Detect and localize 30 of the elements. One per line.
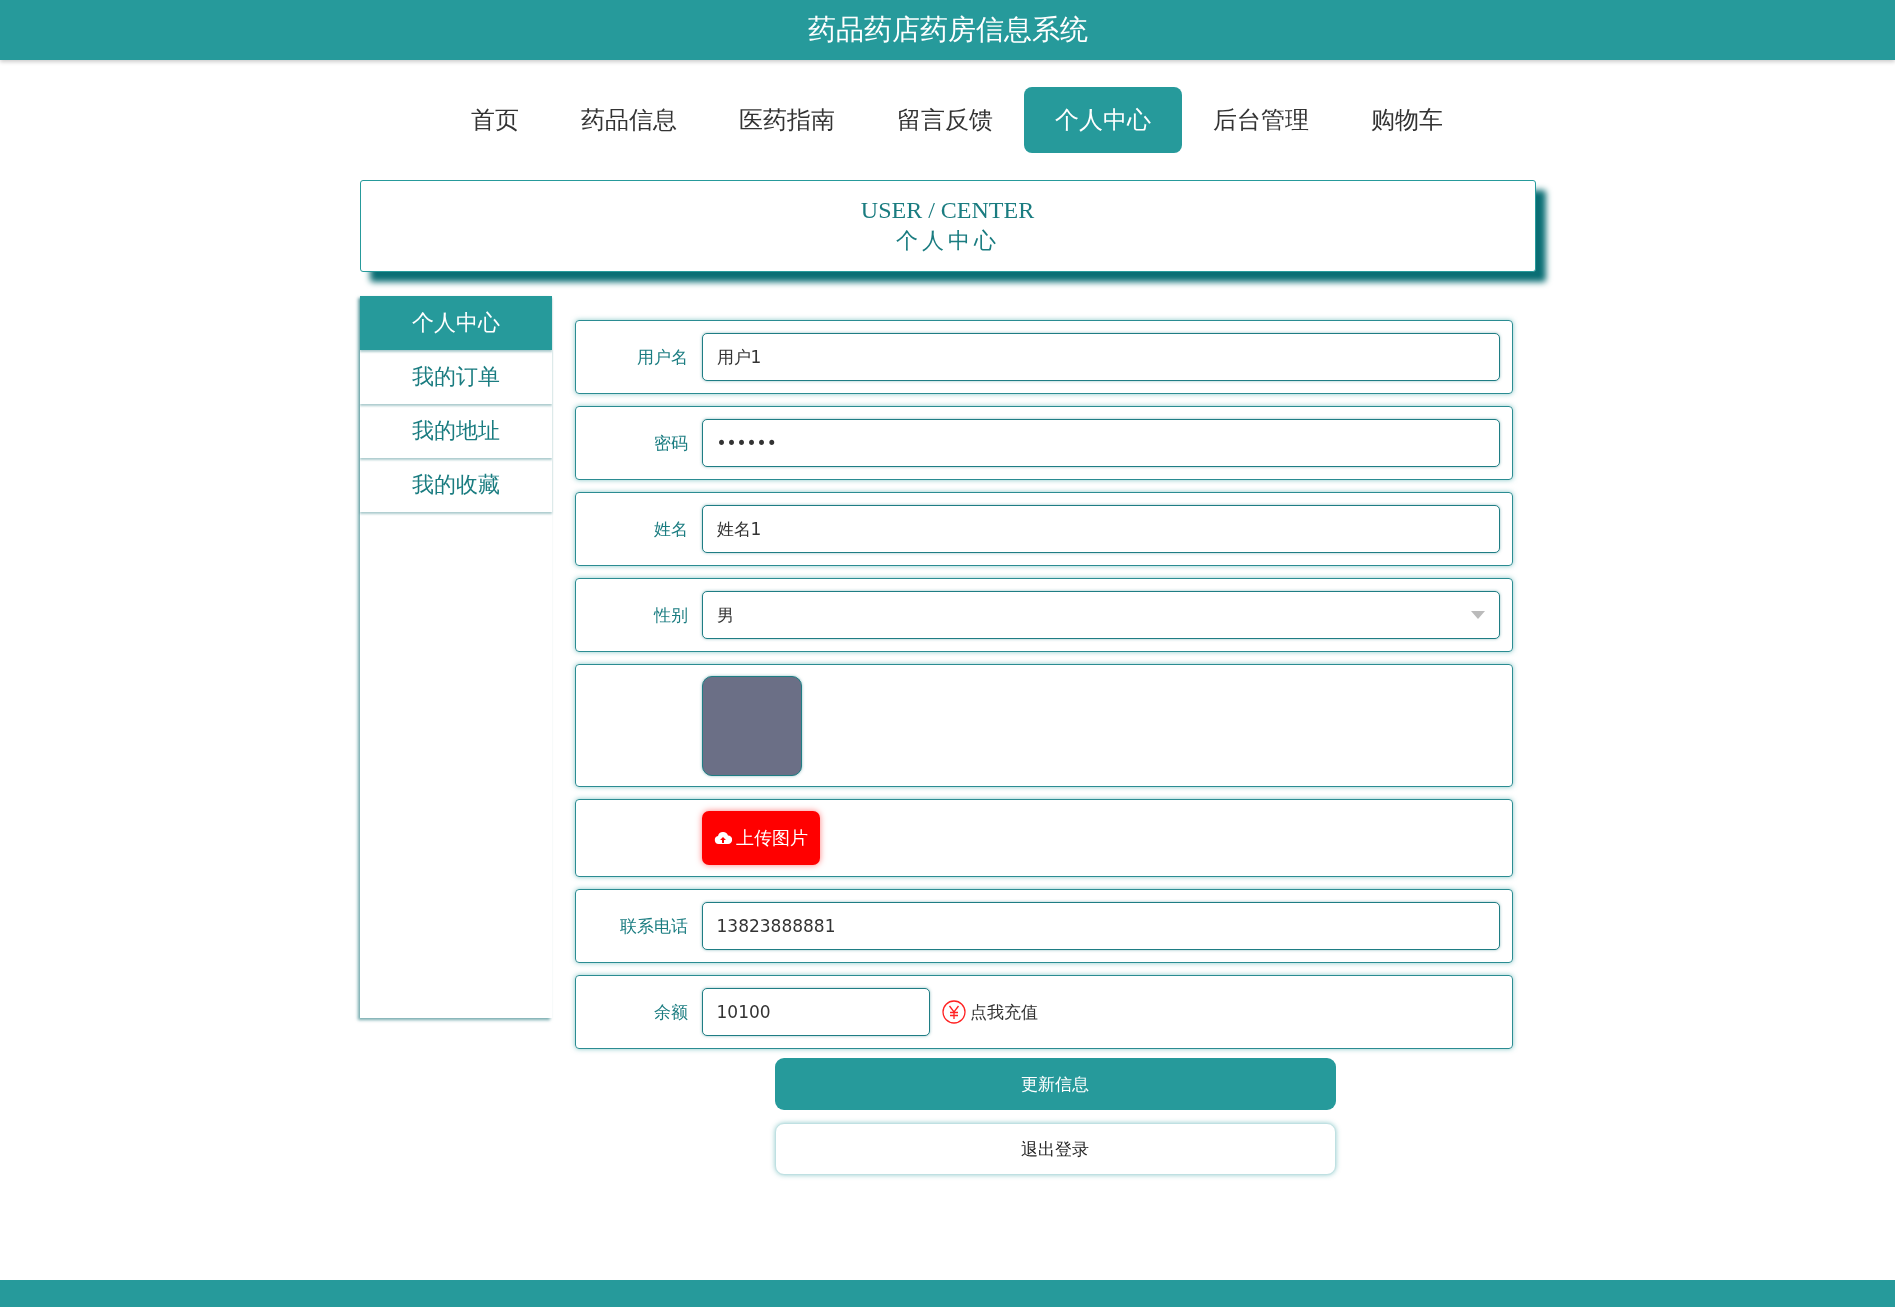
field-label: 联系电话	[619, 915, 688, 936]
upload-button[interactable]: 上传图片	[701, 811, 820, 865]
sidebar-item[interactable]: 我的地址	[359, 404, 552, 458]
input-field[interactable]: 用户1	[701, 333, 1500, 381]
input-field[interactable]: 姓名1	[701, 505, 1500, 553]
sidebar-item[interactable]: 我的收藏	[359, 458, 552, 512]
select-field[interactable]: 男	[701, 591, 1500, 639]
nav-tab[interactable]: 后台管理	[1181, 87, 1340, 153]
nav-tab[interactable]: 购物车	[1339, 87, 1474, 153]
password-field[interactable]: ••••••	[701, 419, 1500, 467]
field-label: 密码	[653, 432, 688, 453]
yen-icon	[941, 1000, 966, 1024]
nav-tab[interactable]: 留言反馈	[865, 87, 1024, 153]
title-english: USER / CENTER	[860, 196, 1035, 224]
nav-tab[interactable]: 药品信息	[549, 87, 708, 153]
nav-tab[interactable]: 首页	[439, 87, 550, 153]
caret-icon	[1470, 611, 1485, 619]
title-chinese: 个人中心	[895, 226, 1000, 255]
field-label: 姓名	[653, 518, 688, 539]
cloud-icon	[713, 831, 732, 845]
nav-tab[interactable]: 医药指南	[707, 87, 866, 153]
field-label: 性别	[653, 604, 688, 625]
logout-button[interactable]: 退出登录	[774, 1123, 1336, 1175]
input-field[interactable]: 13823888881	[701, 902, 1500, 950]
field-label: 用户名	[636, 346, 688, 367]
recharge-link[interactable]: 点我充值	[969, 1000, 1038, 1024]
input-field[interactable]: 10100	[701, 988, 930, 1036]
sidebar-item[interactable]: 我的订单	[359, 350, 552, 404]
site-title: 药品药店药房信息系统	[807, 12, 1088, 48]
field-label: 余额	[653, 1001, 688, 1022]
